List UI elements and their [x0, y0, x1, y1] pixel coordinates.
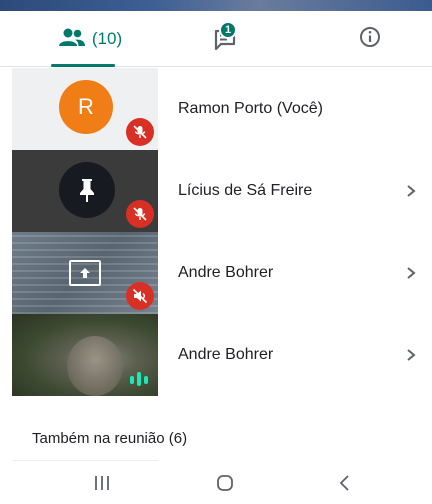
people-icon — [58, 27, 86, 52]
back-icon[interactable] — [332, 472, 358, 494]
participant-name: Andre Bohrer — [178, 346, 274, 363]
volume-off-icon — [126, 282, 154, 310]
participant-tile — [12, 232, 158, 314]
mic-off-icon — [126, 118, 154, 146]
chevron-right-icon[interactable] — [404, 266, 418, 280]
people-count: (10) — [91, 29, 123, 48]
participant-row[interactable]: Andre Bohrer — [0, 314, 432, 396]
participant-video-tile — [12, 314, 158, 396]
mic-off-icon — [126, 200, 154, 228]
participant-list: R Ramon Porto (Você) Lícius de Sá Freire… — [0, 68, 432, 396]
tab-bar: (10) 1 — [0, 11, 432, 67]
tab-info[interactable] — [330, 11, 410, 67]
home-icon[interactable] — [212, 472, 238, 494]
video-preview-strip — [0, 0, 432, 11]
chevron-right-icon[interactable] — [404, 348, 418, 362]
chevron-right-icon[interactable] — [404, 184, 418, 198]
participant-tile — [12, 150, 158, 232]
participant-tile: R — [12, 68, 158, 150]
recent-apps-icon[interactable] — [89, 472, 115, 494]
avatar: R — [59, 80, 113, 134]
audio-level-icon — [128, 371, 150, 387]
divider — [12, 460, 158, 461]
participant-name: Lícius de Sá Freire — [178, 182, 313, 199]
also-in-meeting-header: Também na reunião (6) — [32, 430, 188, 447]
present-screen-icon — [69, 260, 101, 286]
participant-name: Ramon Porto (Você) — [178, 100, 323, 117]
participant-row[interactable]: Lícius de Sá Freire — [0, 150, 432, 232]
participant-row[interactable]: Andre Bohrer — [0, 232, 432, 314]
participant-row-self[interactable]: R Ramon Porto (Você) — [0, 68, 432, 150]
video-feed — [67, 336, 123, 396]
pin-icon — [59, 162, 115, 218]
info-icon — [359, 26, 381, 53]
system-navigation-bar — [0, 462, 432, 504]
chat-unread-badge: 1 — [219, 21, 237, 39]
tab-people[interactable]: (10) — [40, 11, 140, 67]
participant-name: Andre Bohrer — [178, 264, 274, 281]
tab-chat[interactable]: 1 — [186, 11, 266, 67]
active-tab-indicator — [51, 64, 115, 67]
